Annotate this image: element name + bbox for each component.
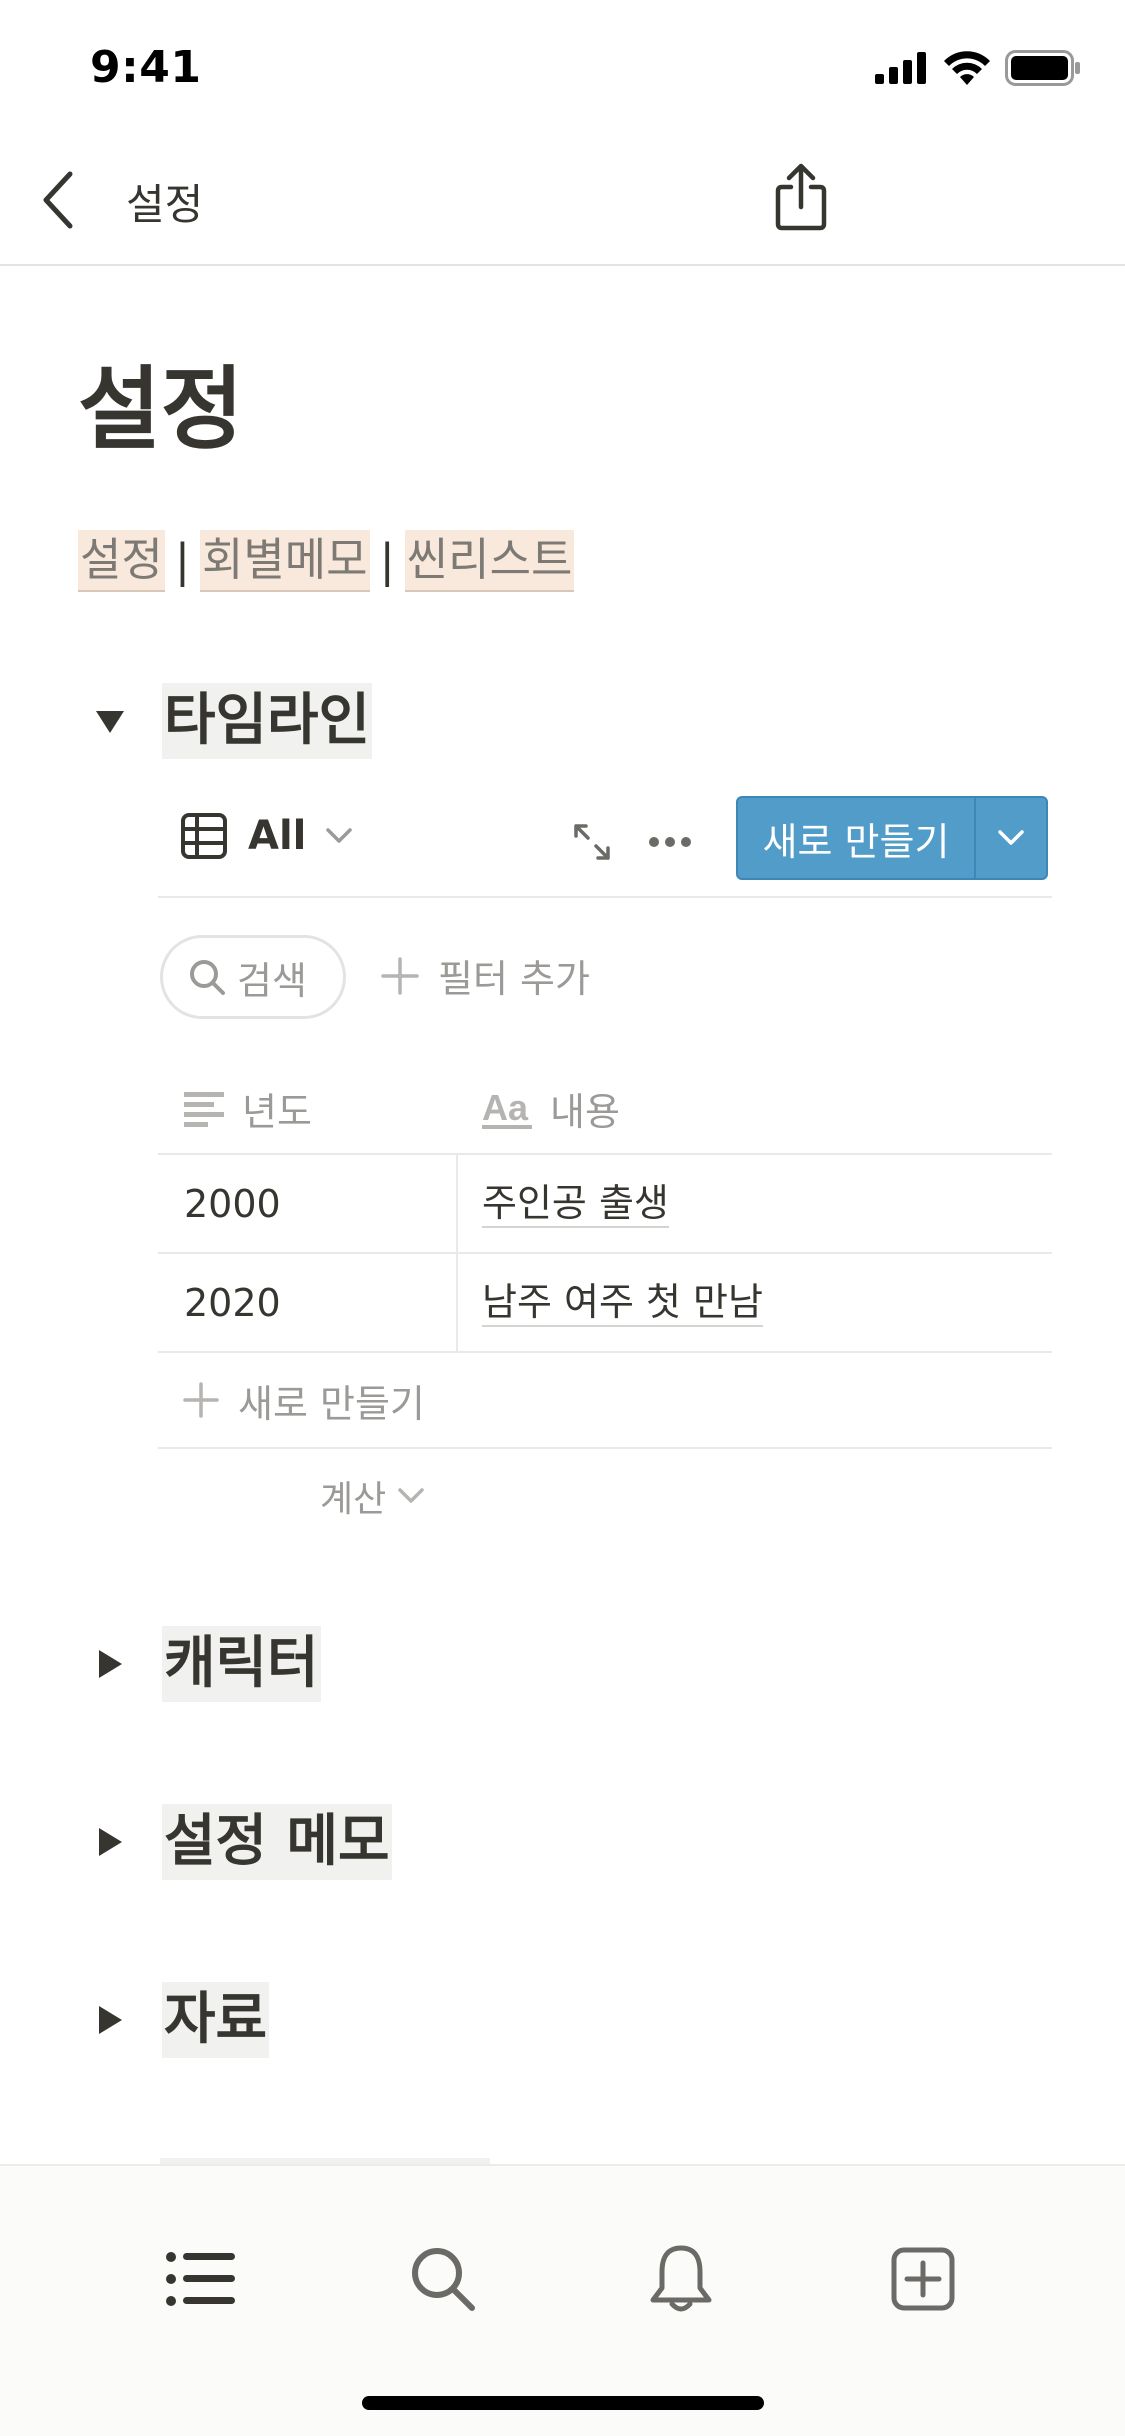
status-icons [875, 50, 1081, 86]
calculate-button[interactable]: 계산 [320, 1470, 424, 1522]
tab-notifications[interactable] [636, 2234, 726, 2324]
chevron-down-icon [998, 830, 1024, 845]
toggle-arrow-right-icon[interactable] [90, 2000, 130, 2040]
cellular-signal-icon [875, 52, 926, 84]
table-view-icon [181, 813, 227, 859]
share-icon [775, 163, 827, 231]
add-filter-button[interactable]: 필터 추가 [380, 948, 590, 1003]
link-separator: | [379, 534, 395, 587]
toggle-timeline[interactable]: 타임라인 [90, 683, 373, 759]
add-row-label: 새로 만들기 [238, 1381, 425, 1426]
status-time: 9:41 [90, 42, 202, 93]
toggle-title: 설정 메모 [162, 1804, 392, 1880]
view-selector[interactable]: All [180, 812, 353, 860]
title-aa-icon: Aa [482, 1088, 532, 1129]
toggle-setting-memo[interactable]: 설정 메모 [90, 1804, 392, 1880]
bell-icon [650, 2245, 712, 2312]
expand-arrows-icon [574, 824, 610, 860]
new-record-button-group: 새로 만들기 [736, 796, 1048, 880]
calculate-label: 계산 [320, 1479, 387, 1520]
plus-icon [381, 956, 419, 995]
toggle-title: 자료 [162, 1982, 270, 2058]
table-row[interactable]: 2000 주인공 출생 [158, 1155, 1052, 1254]
table-row[interactable]: 2020 남주 여주 첫 만남 [158, 1254, 1052, 1353]
column-header-year[interactable]: 년도 [182, 1081, 312, 1136]
page-link-settings[interactable]: 설정 [78, 530, 165, 592]
toggle-materials[interactable]: 자료 [90, 1982, 270, 2058]
tab-new-page[interactable] [878, 2234, 968, 2324]
column-header-label: 년도 [242, 1090, 312, 1134]
toggle-title: 캐릭터 [162, 1626, 321, 1702]
more-options-button[interactable] [642, 814, 698, 870]
chevron-down-icon [398, 1488, 424, 1503]
share-button[interactable] [768, 157, 834, 237]
open-full-page-button[interactable] [564, 814, 620, 870]
cell-year[interactable]: 2020 [158, 1254, 458, 1351]
database-toolbar: All 새로 만들기 [158, 792, 1052, 898]
toggle-arrow-down-icon[interactable] [90, 701, 130, 741]
ellipsis-icon [649, 837, 691, 847]
cell-content-text: 주인공 출생 [482, 1180, 669, 1228]
add-square-icon [891, 2247, 955, 2311]
back-button[interactable] [28, 165, 88, 235]
page-link-scene-list[interactable]: 씬리스트 [404, 530, 575, 592]
wifi-icon [944, 51, 990, 85]
link-separator: | [174, 534, 190, 587]
toggle-title: 타임라인 [162, 683, 373, 759]
list-icon [166, 2252, 235, 2306]
view-label: All [248, 813, 307, 859]
toggle-characters[interactable]: 캐릭터 [90, 1626, 321, 1702]
page-link-episode-memo[interactable]: 회별메모 [199, 530, 370, 592]
page-title: 설정 [78, 357, 244, 462]
cell-content-text: 남주 여주 첫 만남 [482, 1279, 763, 1327]
cell-content[interactable]: 주인공 출생 [482, 1155, 669, 1252]
home-indicator [362, 2396, 764, 2410]
battery-icon [1005, 50, 1080, 86]
cell-content[interactable]: 남주 여주 첫 만남 [482, 1254, 763, 1351]
linked-pages-line: 설정 | 회별메모 | 씬리스트 [78, 530, 575, 592]
search-icon [190, 960, 225, 995]
cell-year[interactable]: 2000 [158, 1155, 458, 1252]
chevron-down-icon [326, 828, 353, 843]
new-record-button[interactable]: 새로 만들기 [738, 798, 976, 878]
text-lines-icon [184, 1091, 224, 1127]
search-label: 검색 [237, 958, 307, 1003]
tab-search[interactable] [398, 2234, 488, 2324]
add-filter-label: 필터 추가 [438, 957, 590, 1001]
status-bar: 9:41 [0, 0, 1125, 135]
chevron-left-icon [43, 171, 73, 229]
new-record-dropdown-button[interactable] [976, 798, 1046, 878]
toggle-arrow-right-icon[interactable] [90, 1822, 130, 1862]
toggle-arrow-right-icon[interactable] [90, 1644, 130, 1684]
search-icon [412, 2248, 475, 2311]
search-field[interactable]: 검색 [160, 935, 346, 1019]
plus-icon [183, 1382, 219, 1418]
column-header-label: 내용 [550, 1090, 620, 1134]
table-header: 년도 Aa 내용 [158, 1055, 1052, 1155]
add-row-button[interactable]: 새로 만들기 [158, 1353, 1052, 1449]
app-screen: 9:41 설정 설정 설정 | 회별메모 | 씬리스트 타임라인 All 새로 … [0, 0, 1125, 2436]
timeline-table: 년도 Aa 내용 2000 주인공 출생 2020 남주 여주 첫 만남 새로 … [158, 1055, 1052, 1449]
nav-title: 설정 [126, 180, 204, 229]
tab-pages[interactable] [156, 2234, 246, 2324]
svg-text:Aa: Aa [482, 1088, 529, 1128]
navigation-bar: 설정 [0, 135, 1125, 266]
column-header-content[interactable]: Aa 내용 [482, 1081, 620, 1136]
